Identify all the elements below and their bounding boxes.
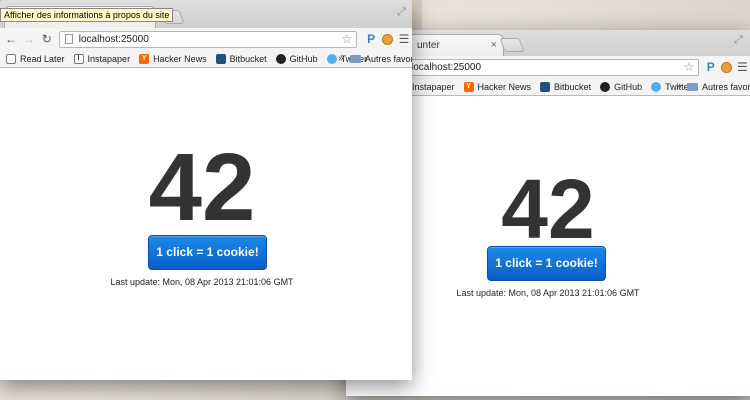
menu-icon[interactable]: ☰ <box>396 32 412 46</box>
bookmark-label: GitHub <box>614 81 643 92</box>
bookmark-bitbucket[interactable]: Bitbucket <box>215 53 267 64</box>
folder-label: Autres favoris <box>702 81 750 92</box>
bitbucket-icon <box>540 81 551 92</box>
fullscreen-icon[interactable]: ⤢ <box>397 6 406 19</box>
hacker-news-icon: Y <box>463 81 474 92</box>
instapaper-icon: I <box>73 53 84 64</box>
folder-icon <box>350 54 361 63</box>
bookmarks-bar: Read Later I Instapaper Y Hacker News Bi… <box>0 50 412 68</box>
site-info-tooltip: Afficher des informations à propos du si… <box>0 8 174 22</box>
github-icon <box>600 81 611 92</box>
bookmark-label: GitHub <box>289 53 318 64</box>
other-bookmarks-folder[interactable]: Autres favoris <box>350 54 412 64</box>
bookmark-github[interactable]: GitHub <box>600 81 643 92</box>
page-icon[interactable] <box>64 34 73 44</box>
bookmark-github[interactable]: GitHub <box>275 53 318 64</box>
cookie-button[interactable]: 1 click = 1 cookie! <box>148 235 267 270</box>
twitter-icon <box>326 53 337 64</box>
address-bar[interactable]: localhost:25000 ☆ <box>406 58 700 76</box>
read-later-icon <box>6 53 16 64</box>
folder-icon <box>687 82 698 91</box>
url-text: localhost:25000 <box>78 33 149 45</box>
bookmark-hacker-news[interactable]: Y Hacker News <box>139 53 207 64</box>
bookmark-star-icon[interactable]: ☆ <box>341 32 352 47</box>
tab-title: unter <box>417 40 440 51</box>
desktop-background <box>412 0 422 30</box>
back-icon[interactable]: ← <box>2 32 20 46</box>
toolbar: ← → ↻ localhost:25000 ☆ P ☰ <box>0 28 412 50</box>
cookie-extension-icon[interactable] <box>721 61 732 73</box>
bookmarks-overflow-button[interactable]: » <box>676 81 682 92</box>
tab-active[interactable]: unter × <box>408 34 504 56</box>
address-bar[interactable]: localhost:25000 ☆ <box>58 30 358 48</box>
bookmarks-overflow-button[interactable]: » <box>338 53 344 64</box>
cookie-counter: 42 <box>148 134 256 241</box>
bookmark-bitbucket[interactable]: Bitbucket <box>540 81 592 92</box>
github-icon <box>275 53 286 64</box>
other-bookmarks-folder[interactable]: Autres favoris <box>687 82 750 92</box>
folder-label: Autres favoris <box>365 53 412 64</box>
tab-strip: Afficher des informations à propos du si… <box>0 0 412 28</box>
forward-icon[interactable]: → <box>20 32 38 46</box>
bookmark-instapaper[interactable]: Instapaper <box>412 82 455 92</box>
url-text: localhost:25000 <box>411 61 482 73</box>
bookmark-twitter[interactable]: Twitter <box>651 81 692 92</box>
bookmark-hacker-news[interactable]: Y Hacker News <box>463 81 532 92</box>
desktop: { "tooltip": "Afficher des informations … <box>0 0 750 400</box>
browser-window-left: Afficher des informations à propos du si… <box>0 0 412 380</box>
bookmark-star-icon[interactable]: ☆ <box>683 60 694 75</box>
bookmark-read-later[interactable]: Read Later <box>6 53 65 64</box>
p-extension-icon[interactable]: P <box>703 60 718 74</box>
reload-icon[interactable]: ↻ <box>38 32 56 46</box>
last-update-text: Last update: Mon, 08 Apr 2013 21:01:06 G… <box>110 277 294 287</box>
new-tab-button[interactable] <box>499 38 525 52</box>
bookmark-label: Instapaper <box>412 81 455 92</box>
bookmark-label: Bitbucket <box>554 81 592 92</box>
menu-icon[interactable]: ☰ <box>735 60 750 74</box>
bookmark-instapaper[interactable]: I Instapaper <box>73 53 131 64</box>
twitter-icon <box>651 81 662 92</box>
cookie-button[interactable]: 1 click = 1 cookie! <box>487 246 606 281</box>
hacker-news-icon: Y <box>139 53 150 64</box>
fullscreen-icon[interactable]: ⤢ <box>734 34 743 47</box>
cookie-extension-icon[interactable] <box>382 33 394 45</box>
bookmark-label: Bitbucket <box>229 53 267 64</box>
bookmark-label: Instapaper <box>87 53 131 64</box>
close-icon[interactable]: × <box>491 35 497 56</box>
bookmark-label: Hacker News <box>477 81 532 92</box>
bookmark-label: Read Later <box>20 53 65 64</box>
bookmark-label: Hacker News <box>153 53 207 64</box>
p-extension-icon[interactable]: P <box>363 32 379 46</box>
bitbucket-icon <box>215 53 226 64</box>
page-content: 42 1 click = 1 cookie! Last update: Mon,… <box>0 68 412 380</box>
